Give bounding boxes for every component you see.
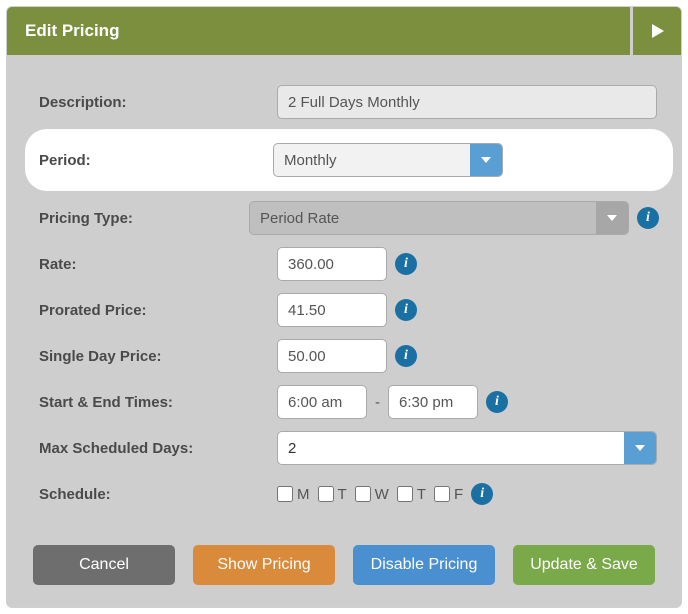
schedule-day-m-checkbox[interactable] (277, 486, 293, 502)
schedule-day-t2-letter: T (417, 486, 426, 503)
time-separator: - (375, 394, 380, 411)
chevron-down-icon (470, 144, 502, 176)
schedule-day-t1[interactable]: T (318, 486, 347, 503)
prorated-price-label: Prorated Price: (29, 302, 277, 319)
schedule-label: Schedule: (29, 486, 277, 503)
schedule-day-w[interactable]: W (355, 486, 389, 503)
pricing-type-select-value: Period Rate (260, 210, 596, 227)
schedule-day-m[interactable]: M (277, 486, 310, 503)
schedule-day-t2[interactable]: T (397, 486, 426, 503)
play-icon (649, 23, 665, 39)
max-scheduled-days-select[interactable]: 2 (277, 431, 657, 465)
rate-label: Rate: (29, 256, 277, 273)
max-scheduled-days-select-value: 2 (288, 440, 624, 457)
play-button[interactable] (630, 7, 681, 55)
info-icon[interactable]: i (395, 345, 417, 367)
rate-input[interactable] (277, 247, 387, 281)
description-label: Description: (29, 94, 277, 111)
schedule-day-f[interactable]: F (434, 486, 463, 503)
info-icon[interactable]: i (395, 299, 417, 321)
period-select[interactable]: Monthly (273, 143, 503, 177)
update-save-button[interactable]: Update & Save (513, 545, 655, 585)
schedule-day-t1-letter: T (338, 486, 347, 503)
period-label: Period: (25, 152, 273, 169)
max-scheduled-days-label: Max Scheduled Days: (29, 440, 277, 457)
pricing-type-label: Pricing Type: (29, 210, 249, 227)
chevron-down-icon (624, 432, 656, 464)
disable-pricing-button[interactable]: Disable Pricing (353, 545, 495, 585)
schedule-day-t2-checkbox[interactable] (397, 486, 413, 502)
info-icon[interactable]: i (471, 483, 493, 505)
info-icon[interactable]: i (395, 253, 417, 275)
cancel-button[interactable]: Cancel (33, 545, 175, 585)
prorated-price-input[interactable] (277, 293, 387, 327)
schedule-day-f-letter: F (454, 486, 463, 503)
start-end-times-label: Start & End Times: (29, 394, 277, 411)
pricing-type-select[interactable]: Period Rate (249, 201, 629, 235)
single-day-price-input[interactable] (277, 339, 387, 373)
end-time-input[interactable] (388, 385, 478, 419)
start-time-input[interactable] (277, 385, 367, 419)
single-day-price-label: Single Day Price: (29, 348, 277, 365)
info-icon[interactable]: i (637, 207, 659, 229)
schedule-day-w-letter: W (375, 486, 389, 503)
info-icon[interactable]: i (486, 391, 508, 413)
schedule-day-f-checkbox[interactable] (434, 486, 450, 502)
period-select-value: Monthly (284, 152, 470, 169)
schedule-day-m-letter: M (297, 486, 310, 503)
panel-title: Edit Pricing (7, 7, 630, 55)
chevron-down-icon (596, 202, 628, 234)
description-value: 2 Full Days Monthly (277, 85, 657, 119)
schedule-day-t1-checkbox[interactable] (318, 486, 334, 502)
schedule-day-w-checkbox[interactable] (355, 486, 371, 502)
show-pricing-button[interactable]: Show Pricing (193, 545, 335, 585)
